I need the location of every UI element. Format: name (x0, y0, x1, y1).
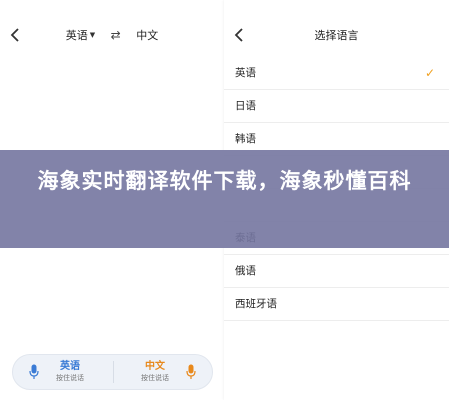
swap-arrows-icon[interactable]: ⇄ (111, 28, 121, 42)
language-label: 英语 (235, 67, 256, 79)
chinese-voice-text: 中文 按住说话 (130, 360, 180, 383)
chinese-voice-button[interactable]: 中文 按住说话 (112, 355, 212, 389)
voice-language-label: 中文 (145, 361, 165, 372)
english-voice-text: 英语 按住说话 (45, 360, 95, 383)
source-language-selector[interactable]: 英语 ▼ (66, 27, 95, 43)
voice-hint-label: 按住说话 (56, 374, 84, 382)
language-select-nav-bar: 选择语言 (224, 18, 449, 52)
check-icon: ✓ (424, 66, 435, 80)
source-language-label: 英语 (65, 29, 88, 42)
language-item-russian[interactable]: 俄语 (224, 255, 449, 288)
language-label: 西班牙语 (235, 298, 277, 310)
banner-title: 海象实时翻译软件下载，海象秒懂百科 (37, 169, 412, 193)
translator-nav-bar: 英语 ▼ ⇄ 中文 (0, 18, 224, 52)
language-item-spanish[interactable]: 西班牙语 (224, 288, 449, 321)
voice-hint-label: 按住说话 (141, 374, 169, 382)
language-item-english[interactable]: 英语 ✓ (224, 57, 449, 90)
voice-input-bar: 英语 按住说话 中文 按住说话 (12, 354, 213, 390)
language-label: 俄语 (235, 265, 256, 277)
language-item-japanese[interactable]: 日语 (224, 90, 449, 123)
language-pair: 英语 ▼ ⇄ 中文 (0, 27, 224, 43)
target-language-label[interactable]: 中文 (136, 27, 158, 43)
page-title: 选择语言 (314, 29, 359, 42)
microphone-icon (29, 364, 39, 380)
caret-down-icon: ▼ (89, 31, 96, 39)
voice-language-label: 英语 (60, 361, 80, 372)
microphone-icon (186, 364, 196, 380)
language-label: 韩语 (235, 133, 256, 145)
english-voice-button[interactable]: 英语 按住说话 (13, 355, 113, 389)
language-label: 日语 (235, 100, 256, 112)
title-banner: 海象实时翻译软件下载，海象秒懂百科 (0, 150, 449, 248)
